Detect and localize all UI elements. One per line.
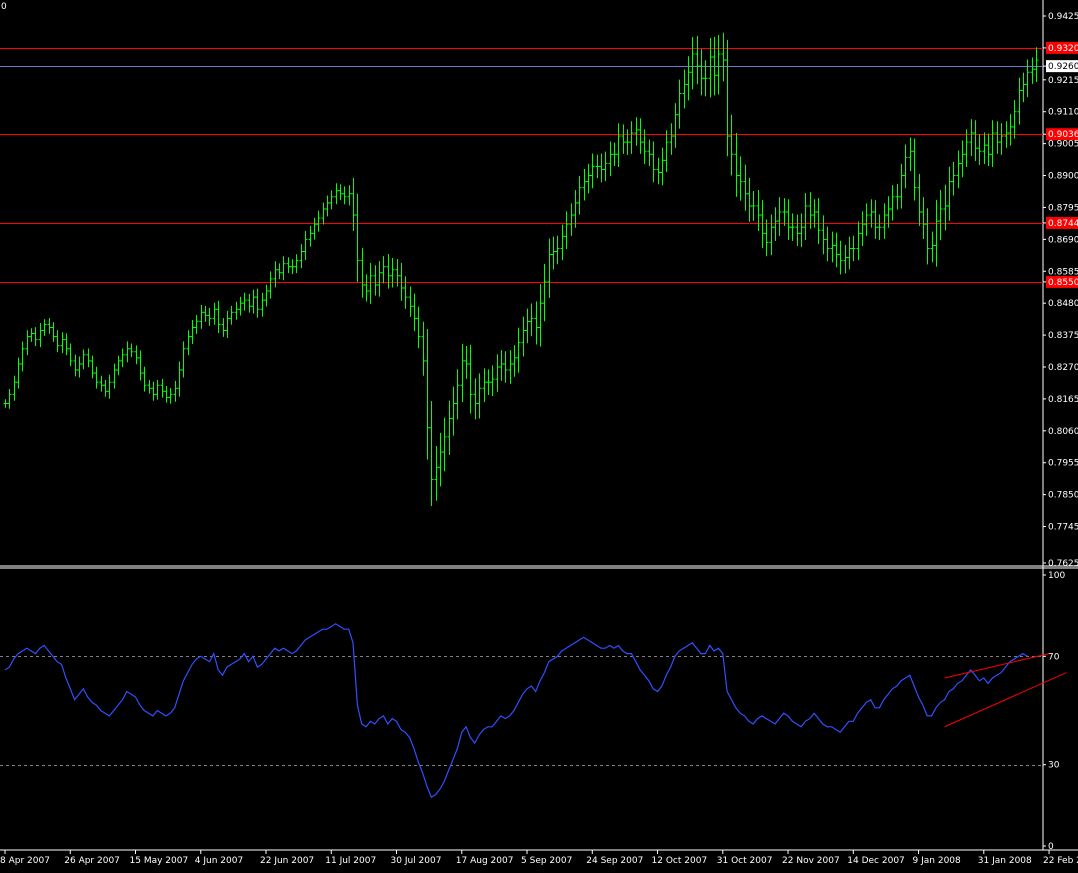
- time-tick-label: 22 Nov 2007: [782, 856, 840, 866]
- price-tick-label: 0.8900: [1048, 172, 1078, 182]
- corner-label: 0: [1, 2, 7, 12]
- time-tick-label: 4 Jun 2007: [195, 856, 243, 866]
- price-tick-label: 0.9110: [1048, 108, 1078, 118]
- price-tick-label: 0.7955: [1048, 459, 1078, 469]
- time-tick-label: 22 Feb 2008: [1043, 856, 1078, 866]
- time-tick-label: 12 Oct 2007: [652, 856, 708, 866]
- time-tick-label: 9 Jan 2008: [913, 856, 961, 866]
- oscillator-tick-label: 100: [1048, 571, 1065, 581]
- price-tick-label: 0.7745: [1048, 523, 1078, 533]
- price-tick-label: 0.8375: [1048, 331, 1078, 341]
- price-level-label: 0.9320: [1048, 44, 1078, 54]
- price-tick-label: 0.9005: [1048, 140, 1078, 150]
- price-level-label: 0.9260: [1048, 62, 1078, 72]
- time-tick-label: 26 Apr 2007: [64, 856, 120, 866]
- time-tick-label: 8 Apr 2007: [0, 856, 50, 866]
- price-tick-label: 0.8585: [1048, 267, 1078, 277]
- price-tick-label: 0.8480: [1048, 299, 1078, 309]
- chart-canvas[interactable]: 0.94250.93200.92600.92150.91100.90360.90…: [0, 0, 1078, 869]
- time-tick-label: 31 Oct 2007: [717, 856, 773, 866]
- oscillator-tick-label: 30: [1048, 761, 1060, 771]
- time-tick-label: 30 Jul 2007: [391, 856, 442, 866]
- time-tick-label: 15 May 2007: [130, 856, 189, 866]
- price-level-label: 0.8550: [1048, 278, 1078, 288]
- chart-background: [0, 0, 1078, 869]
- price-tick-label: 0.8690: [1048, 235, 1078, 245]
- price-tick-label: 0.7850: [1048, 491, 1078, 501]
- price-tick-label: 0.8270: [1048, 363, 1078, 373]
- price-tick-label: 0.8060: [1048, 427, 1078, 437]
- time-tick-label: 17 Aug 2007: [456, 856, 514, 866]
- price-tick-label: 0.8165: [1048, 395, 1078, 405]
- time-tick-label: 24 Sep 2007: [586, 856, 643, 866]
- oscillator-tick-label: 70: [1048, 652, 1060, 662]
- time-tick-label: 22 Jun 2007: [260, 856, 314, 866]
- time-tick-label: 14 Dec 2007: [847, 856, 905, 866]
- price-tick-label: 0.8795: [1048, 203, 1078, 213]
- price-tick-label: 0.7625: [1048, 559, 1078, 569]
- forex-chart-window[interactable]: 0.9425 0.9320 0.9260 0.9215 0.9110 0.9036 0.90…: [0, 0, 1078, 869]
- time-tick-label: 5 Sep 2007: [521, 856, 572, 866]
- price-tick-label: 0.9425: [1048, 12, 1078, 22]
- price-level-label: 0.8744: [1048, 219, 1078, 229]
- time-tick-label: 31 Jan 2008: [978, 856, 1032, 866]
- time-tick-label: 11 Jul 2007: [325, 856, 376, 866]
- price-tick-label: 0.9215: [1048, 76, 1078, 86]
